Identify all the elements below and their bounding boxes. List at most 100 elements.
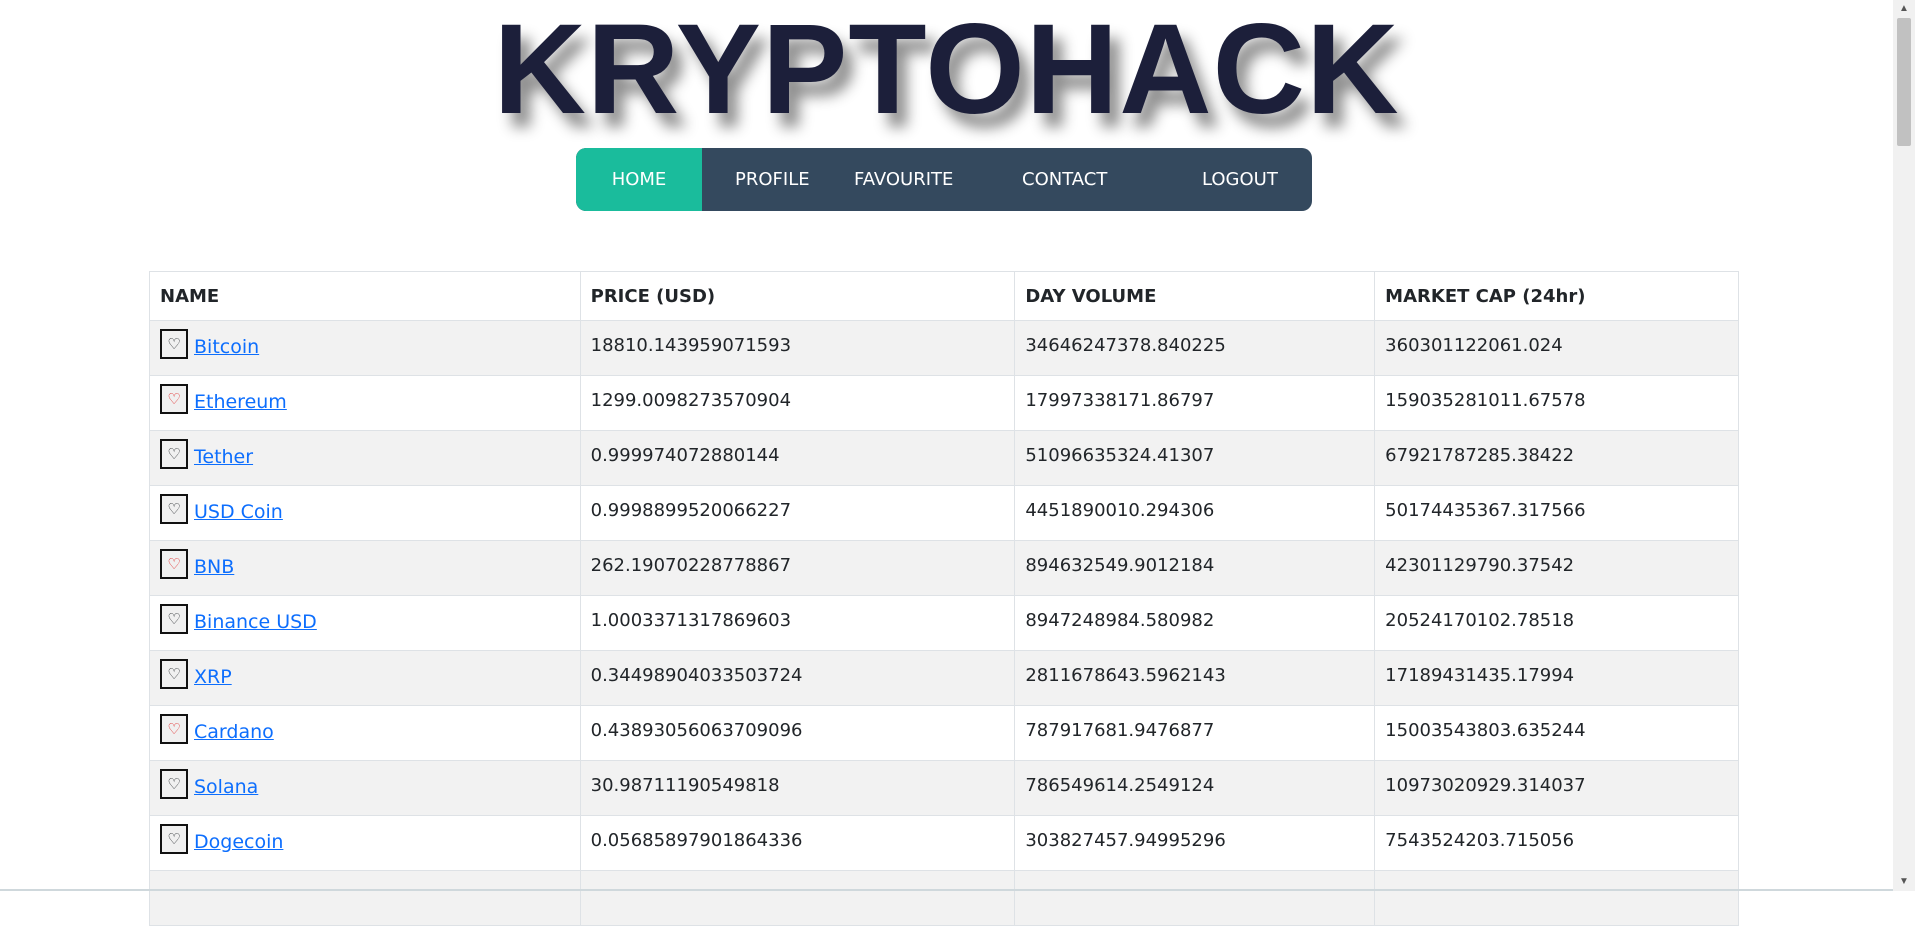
table-row: ♡ XRP 0.34498904033503724 2811678643.596… xyxy=(149,650,1739,706)
price-cell: 1299.0098273570904 xyxy=(579,375,1016,431)
name-cell: ♡ Dogecoin xyxy=(149,815,581,871)
volume-cell: 17997338171.86797 xyxy=(1014,375,1376,431)
table-row: ♡ Tether 0.999974072880144 51096635324.4… xyxy=(149,430,1739,486)
name-cell: ♡ Bitcoin xyxy=(149,320,581,376)
coin-link[interactable]: USD Coin xyxy=(194,501,283,523)
favourite-button[interactable]: ♡ xyxy=(160,604,188,634)
market-cap-cell: 159035281011.67578 xyxy=(1374,375,1739,431)
heart-icon: ♡ xyxy=(167,445,181,463)
heart-icon: ♡ xyxy=(167,335,181,353)
coin-link[interactable]: XRP xyxy=(194,666,232,688)
nav-home[interactable]: HOME xyxy=(576,148,702,211)
table-row: ♡ Solana 30.98711190549818 786549614.254… xyxy=(149,760,1739,816)
coin-link[interactable]: Cardano xyxy=(194,721,274,743)
table-row: ♡ Bitcoin 18810.143959071593 34646247378… xyxy=(149,320,1739,376)
favourite-button[interactable]: ♡ xyxy=(160,329,188,359)
market-cap-cell: 360301122061.024 xyxy=(1374,320,1739,376)
volume-cell: 34646247378.840225 xyxy=(1014,320,1376,376)
price-cell: 0.999974072880144 xyxy=(579,430,1016,486)
name-cell: ♡ Cardano xyxy=(149,705,581,761)
heart-icon: ♡ xyxy=(167,390,181,408)
volume-cell xyxy=(1014,870,1376,926)
name-cell: ♡ BNB xyxy=(149,540,581,596)
heart-icon: ♡ xyxy=(167,665,181,683)
coin-link[interactable]: Binance USD xyxy=(194,611,317,633)
volume-cell: 894632549.9012184 xyxy=(1014,540,1376,596)
price-cell: 1.0003371317869603 xyxy=(579,595,1016,651)
heart-icon: ♡ xyxy=(167,500,181,518)
name-cell: ♡ Binance USD xyxy=(149,595,581,651)
volume-cell: 8947248984.580982 xyxy=(1014,595,1376,651)
price-cell: 18810.143959071593 xyxy=(579,320,1016,376)
price-cell: 262.19070228778867 xyxy=(579,540,1016,596)
scrollbar-thumb[interactable] xyxy=(1897,18,1911,146)
price-cell: 0.05685897901864336 xyxy=(579,815,1016,871)
market-cap-cell xyxy=(1374,870,1739,926)
market-cap-cell: 67921787285.38422 xyxy=(1374,430,1739,486)
site-logo: KRYPTOHACK xyxy=(493,0,1400,141)
main-nav: HOME PROFILE FAVOURITE CONTACT LOGOUT xyxy=(576,148,1312,211)
heart-icon: ♡ xyxy=(167,720,181,738)
scroll-down-arrow-icon[interactable]: ▼ xyxy=(1893,873,1915,891)
heart-icon: ♡ xyxy=(167,610,181,628)
name-cell: ♡ Tether xyxy=(149,430,581,486)
market-cap-cell: 20524170102.78518 xyxy=(1374,595,1739,651)
nav-profile[interactable]: PROFILE xyxy=(735,148,810,211)
volume-cell: 4451890010.294306 xyxy=(1014,485,1376,541)
price-cell: 0.43893056063709096 xyxy=(579,705,1016,761)
vertical-scrollbar[interactable]: ▲ ▼ xyxy=(1893,0,1915,891)
price-cell: 0.34498904033503724 xyxy=(579,650,1016,706)
coins-table: NAME PRICE (USD) DAY VOLUME MARKET CAP (… xyxy=(149,271,1739,926)
table-row: ♡ Cardano 0.43893056063709096 787917681.… xyxy=(149,705,1739,761)
favourite-button[interactable]: ♡ xyxy=(160,494,188,524)
heart-icon: ♡ xyxy=(167,830,181,848)
market-cap-cell: 10973020929.314037 xyxy=(1374,760,1739,816)
table-row: ♡ BNB 262.19070228778867 894632549.90121… xyxy=(149,540,1739,596)
scroll-up-arrow-icon[interactable]: ▲ xyxy=(1893,0,1915,18)
coin-link[interactable]: Ethereum xyxy=(194,391,287,413)
coin-link[interactable]: Tether xyxy=(194,446,253,468)
favourite-button[interactable]: ♡ xyxy=(160,384,188,414)
favourite-button[interactable]: ♡ xyxy=(160,714,188,744)
nav-logout[interactable]: LOGOUT xyxy=(1202,148,1278,211)
favourite-button[interactable]: ♡ xyxy=(160,439,188,469)
coin-link[interactable]: Solana xyxy=(194,776,258,798)
table-row: ♡ Ethereum 1299.0098273570904 1799733817… xyxy=(149,375,1739,431)
coin-link[interactable]: BNB xyxy=(194,556,234,578)
nav-favourite[interactable]: FAVOURITE xyxy=(854,148,953,211)
favourite-button[interactable]: ♡ xyxy=(160,549,188,579)
favourite-button[interactable]: ♡ xyxy=(160,769,188,799)
table-row: ♡ Binance USD 1.0003371317869603 8947248… xyxy=(149,595,1739,651)
market-cap-cell: 15003543803.635244 xyxy=(1374,705,1739,761)
favourite-button[interactable]: ♡ xyxy=(160,824,188,854)
volume-cell: 787917681.9476877 xyxy=(1014,705,1376,761)
heart-icon: ♡ xyxy=(167,555,181,573)
nav-contact[interactable]: CONTACT xyxy=(1022,148,1107,211)
column-header-volume: DAY VOLUME xyxy=(1014,271,1376,321)
price-cell: 0.9998899520066227 xyxy=(579,485,1016,541)
table-row-partial xyxy=(149,870,1739,926)
page: KRYPTOHACK HOME PROFILE FAVOURITE CONTAC… xyxy=(0,0,1893,926)
volume-cell: 51096635324.41307 xyxy=(1014,430,1376,486)
name-cell: ♡ XRP xyxy=(149,650,581,706)
name-cell: ♡ Solana xyxy=(149,760,581,816)
name-cell xyxy=(149,870,581,926)
price-cell: 30.98711190549818 xyxy=(579,760,1016,816)
name-cell: ♡ USD Coin xyxy=(149,485,581,541)
column-header-name: NAME xyxy=(149,271,581,321)
coin-link[interactable]: Dogecoin xyxy=(194,831,283,853)
table-row: ♡ USD Coin 0.9998899520066227 4451890010… xyxy=(149,485,1739,541)
volume-cell: 786549614.2549124 xyxy=(1014,760,1376,816)
table-header-row: NAME PRICE (USD) DAY VOLUME MARKET CAP (… xyxy=(149,271,1739,321)
market-cap-cell: 42301129790.37542 xyxy=(1374,540,1739,596)
column-header-market-cap: MARKET CAP (24hr) xyxy=(1374,271,1739,321)
name-cell: ♡ Ethereum xyxy=(149,375,581,431)
column-header-price: PRICE (USD) xyxy=(579,271,1016,321)
coin-link[interactable]: Bitcoin xyxy=(194,336,259,358)
volume-cell: 2811678643.5962143 xyxy=(1014,650,1376,706)
market-cap-cell: 17189431435.17994 xyxy=(1374,650,1739,706)
heart-icon: ♡ xyxy=(167,775,181,793)
favourite-button[interactable]: ♡ xyxy=(160,659,188,689)
price-cell xyxy=(579,870,1016,926)
market-cap-cell: 50174435367.317566 xyxy=(1374,485,1739,541)
